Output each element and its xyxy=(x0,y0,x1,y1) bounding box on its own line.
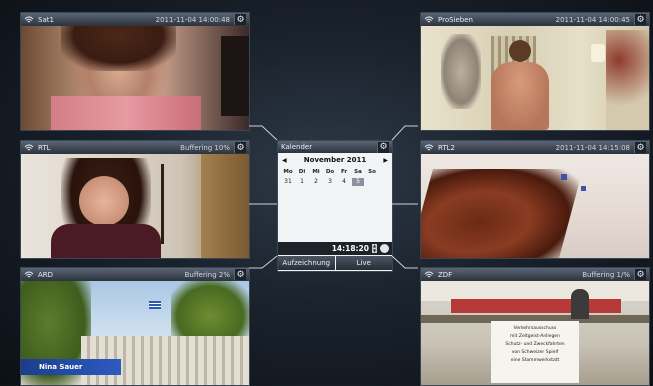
connector-arrows xyxy=(249,125,418,269)
multiview-screen: Sat1 2011-11-04 14:00:48 ⚙ ProSieben 201… xyxy=(0,0,653,386)
connector-arrow xyxy=(391,125,418,141)
connector-arrow xyxy=(391,255,418,269)
connector-arrow xyxy=(249,255,278,269)
connector-arrow xyxy=(249,125,278,141)
